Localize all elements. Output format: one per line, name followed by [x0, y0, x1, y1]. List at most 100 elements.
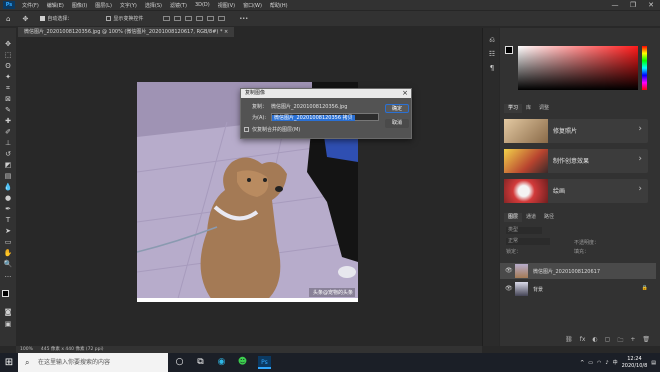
document-tab[interactable]: 微信图片_20201008120356.jpg @ 100% (微信图片_202… [18, 27, 235, 37]
menu-type[interactable]: 文字(Y) [116, 2, 141, 9]
kind-filter[interactable]: 类型 [506, 227, 542, 234]
ime-icon[interactable]: 中 [613, 359, 618, 366]
properties-icon[interactable]: ☷ [487, 50, 497, 58]
pen-tool-icon[interactable]: ✒ [3, 205, 13, 213]
eye-icon[interactable]: 👁 [505, 267, 513, 274]
delete-layer-icon[interactable]: 🗑 [642, 336, 650, 346]
move-tool-icon[interactable]: ✥ [22, 15, 28, 23]
edge-browser-icon[interactable]: ◉ [215, 356, 228, 369]
tray-chevron-icon[interactable]: ^ [580, 360, 584, 366]
menu-layer[interactable]: 图层(L) [91, 2, 116, 9]
status-bar: 100% 445 像素 x 440 像素 (72 ppi) [16, 346, 482, 353]
menu-3d[interactable]: 3D(D) [191, 2, 214, 8]
stamp-tool-icon[interactable]: ⊥ [3, 139, 13, 147]
photoshop-taskbar-icon[interactable]: Ps [258, 356, 271, 369]
layer-row[interactable]: 👁 背景 🔒 [500, 281, 656, 297]
magic-wand-icon[interactable]: ✦ [3, 73, 13, 81]
menu-select[interactable]: 选择(S) [141, 2, 166, 9]
brush-tool-icon[interactable]: ✐ [3, 128, 13, 136]
menu-edit[interactable]: 编辑(E) [43, 2, 68, 9]
volume-icon[interactable]: ♪ [605, 360, 608, 366]
marquee-tool-icon[interactable]: ⬚ [3, 51, 13, 59]
cancel-button[interactable]: 取消 [385, 119, 409, 128]
tab-learn[interactable]: 学习 [504, 104, 523, 113]
color-fg-swatch[interactable] [505, 46, 513, 54]
dialog-close-button[interactable]: × [402, 89, 408, 98]
clock-date: 2020/10/8 [621, 362, 648, 369]
adjustment-layer-icon[interactable]: ◐ [592, 336, 597, 346]
tab-layers[interactable]: 图层 [504, 213, 523, 222]
color-picker-field[interactable] [518, 46, 638, 90]
menu-window[interactable]: 窗口(W) [239, 2, 266, 9]
eraser-tool-icon[interactable]: ◩ [3, 161, 13, 169]
type-tool-icon[interactable]: T [3, 216, 13, 224]
learn-card-painting[interactable]: 绘画 › [504, 179, 648, 203]
task-view-icon[interactable]: ○ [173, 356, 186, 369]
network-icon[interactable]: ◠ [597, 360, 601, 366]
home-icon[interactable]: ⌂ [6, 15, 10, 23]
duplicate-name-input[interactable]: 微信图片_20201008120356 拷贝 [271, 113, 379, 121]
healing-brush-icon[interactable]: ✚ [3, 117, 13, 125]
new-group-icon[interactable]: 🗀 [617, 336, 623, 346]
notification-icon[interactable]: ▤ [651, 360, 656, 366]
more-tools-icon[interactable]: ··· [3, 273, 13, 281]
add-mask-icon[interactable]: ▢ [605, 336, 611, 346]
taskbar-search-box[interactable]: ⌕ 在这里输入你要搜索的内容 [18, 353, 168, 372]
menu-file[interactable]: 文件(F) [18, 2, 43, 9]
auto-select-option[interactable]: 自动选择： [40, 15, 72, 22]
tab-channels[interactable]: 通道 [522, 213, 540, 222]
history-icon[interactable]: ⎌ [487, 36, 497, 44]
layer-style-icon[interactable]: fx [580, 336, 586, 346]
transform-option[interactable]: 显示变换控件 [106, 15, 143, 22]
close-button[interactable]: ✕ [642, 0, 660, 10]
taskbar-clock[interactable]: 12:24 2020/10/8 [622, 356, 648, 370]
tab-paths[interactable]: 路径 [540, 213, 558, 222]
auto-select-checkbox[interactable] [40, 16, 46, 21]
task-switcher-icon[interactable]: ⧉ [194, 356, 207, 369]
menu-view[interactable]: 视图(V) [214, 2, 239, 9]
history-brush-icon[interactable]: ↺ [3, 150, 13, 158]
align-buttons[interactable] [163, 16, 227, 21]
battery-icon[interactable]: ▭ [588, 360, 593, 366]
transform-checkbox[interactable] [106, 16, 112, 21]
zoom-level[interactable]: 100% [20, 346, 33, 353]
lasso-tool-icon[interactable]: ʘ [3, 62, 13, 70]
eye-icon[interactable]: 👁 [505, 285, 513, 292]
move-tool-icon[interactable]: ✥ [3, 40, 13, 48]
crop-tool-icon[interactable]: ⌗ [3, 84, 13, 92]
path-select-icon[interactable]: ➤ [3, 227, 13, 235]
menu-help[interactable]: 帮助(H) [266, 2, 292, 9]
tab-libraries[interactable]: 库 [522, 104, 535, 113]
dodge-tool-icon[interactable]: ● [3, 194, 13, 202]
ok-button[interactable]: 确定 [385, 104, 409, 113]
merged-layers-checkbox[interactable] [244, 127, 249, 132]
screen-mode-icon[interactable]: ▣ [3, 320, 13, 328]
layer-row[interactable]: 👁 微信图片_20201008120617 [500, 263, 656, 279]
quick-mask-icon[interactable]: ◙ [3, 308, 13, 316]
eyedropper-icon[interactable]: ✎ [3, 106, 13, 114]
blur-tool-icon[interactable]: 💧 [3, 183, 13, 191]
link-layers-icon[interactable]: ⛓ [565, 336, 573, 346]
character-icon[interactable]: ¶ [487, 64, 497, 72]
duplicate-image-dialog: 复制图像 × 复制： 微信图片_20201008120356.jpg 为(A):… [240, 88, 412, 139]
hue-slider[interactable] [642, 46, 647, 90]
wechat-icon[interactable]: ☻ [236, 356, 249, 369]
zoom-tool-icon[interactable]: 🔍 [3, 260, 13, 268]
merged-layers-option[interactable]: 仅复制合并的图层(M) [244, 126, 300, 133]
new-layer-icon[interactable]: + [630, 336, 635, 346]
learn-card-creative-effect[interactable]: 制作创意效果 › [504, 149, 648, 173]
learn-card-fix-photo[interactable]: 修复照片 › [504, 119, 648, 143]
more-options-icon[interactable]: ••• [239, 16, 248, 22]
hand-tool-icon[interactable]: ✋ [3, 249, 13, 257]
tab-adjustments[interactable]: 调整 [535, 104, 553, 113]
gradient-tool-icon[interactable]: ▤ [3, 172, 13, 180]
foreground-color-swatch[interactable] [2, 290, 9, 297]
blend-mode-select[interactable]: 正常 [506, 238, 550, 245]
windows-start-icon[interactable]: ⊞ [0, 353, 18, 372]
menu-filter[interactable]: 滤镜(T) [166, 2, 191, 9]
frame-tool-icon[interactable]: ⊠ [3, 95, 13, 103]
maximize-button[interactable]: ❐ [624, 0, 642, 10]
rectangle-tool-icon[interactable]: ▭ [3, 238, 13, 246]
menu-image[interactable]: 图像(I) [68, 2, 91, 9]
minimize-button[interactable]: — [606, 0, 624, 10]
